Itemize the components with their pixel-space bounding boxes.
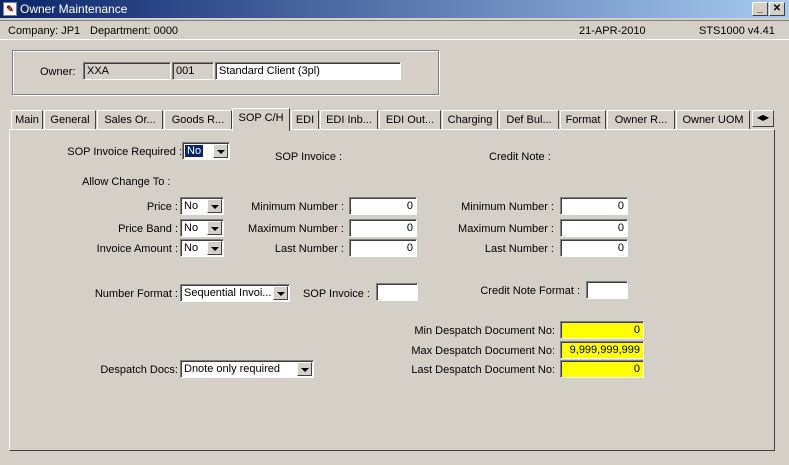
close-button[interactable]: ✕: [769, 2, 785, 16]
chevron-down-icon[interactable]: [213, 144, 228, 158]
last-despatch-field[interactable]: 0: [560, 360, 644, 378]
credit-max-label: Maximum Number :: [458, 223, 554, 235]
tab-charging[interactable]: Charging: [442, 110, 498, 130]
sop-invoice-required-label: SOP Invoice Required :: [67, 146, 182, 158]
company-text: Company: JP1: [8, 25, 81, 37]
info-bar: Company: JP1 Department: 0000 21-APR-201…: [0, 20, 789, 40]
department-text: Department: 0000: [90, 25, 179, 37]
sop-invoice-format-label: SOP Invoice :: [302, 288, 370, 300]
tab-def-bulk[interactable]: Def Bul...: [499, 110, 559, 130]
min-despatch-field[interactable]: 0: [560, 321, 644, 339]
price-label: Price :: [146, 201, 178, 213]
chevron-down-icon[interactable]: [207, 199, 222, 213]
tab-owner-uom[interactable]: Owner UOM: [676, 110, 750, 130]
owner-label: Owner:: [40, 66, 76, 78]
credit-note-format-label: Credit Note Format :: [480, 285, 580, 297]
credit-min-field[interactable]: 0: [560, 197, 628, 215]
price-band-label: Price Band :: [118, 223, 178, 235]
minimize-button[interactable]: _: [752, 2, 768, 16]
credit-max-field[interactable]: 0: [560, 219, 628, 237]
window-title: Owner Maintenance: [20, 2, 128, 16]
chevron-down-icon[interactable]: [207, 221, 222, 235]
last-despatch-label: Last Despatch Document No:: [411, 364, 555, 376]
sop-ch-panel: SOP Invoice Required : No SOP Invoice : …: [9, 129, 775, 451]
sop-invoice-heading: SOP Invoice :: [275, 151, 343, 163]
chevron-down-icon[interactable]: [207, 241, 222, 255]
max-despatch-field[interactable]: 9,999,999,999: [560, 341, 644, 359]
tab-sales-orders[interactable]: Sales Or...: [97, 110, 163, 130]
app-icon[interactable]: ✎: [3, 2, 17, 16]
despatch-docs-label: Despatch Docs:: [100, 364, 178, 376]
invoice-last-field[interactable]: 0: [349, 239, 417, 257]
title-bar: ✎ Owner Maintenance _ ✕: [0, 0, 789, 18]
price-select[interactable]: No: [180, 197, 224, 215]
tab-general[interactable]: General: [44, 110, 96, 130]
tab-goods-received[interactable]: Goods R...: [164, 110, 232, 130]
chevron-down-icon[interactable]: [273, 286, 288, 300]
invoice-amount-select[interactable]: No: [180, 239, 224, 257]
owner-name-field[interactable]: Standard Client (3pl): [215, 62, 401, 80]
tab-bar: Main General Sales Or... Goods R... SOP …: [0, 108, 789, 131]
number-format-label: Number Format :: [94, 288, 178, 300]
credit-note-heading: Credit Note :: [489, 151, 551, 163]
invoice-max-field[interactable]: 0: [349, 219, 417, 237]
invoice-min-label: Minimum Number :: [251, 201, 344, 213]
sop-invoice-required-select[interactable]: No: [182, 142, 230, 160]
sop-invoice-format-field[interactable]: [376, 283, 418, 301]
tab-format[interactable]: Format: [560, 110, 606, 130]
allow-change-label: Allow Change To :: [82, 176, 171, 188]
chevron-down-icon[interactable]: [297, 362, 312, 376]
credit-last-field[interactable]: 0: [560, 239, 628, 257]
tab-owner-r[interactable]: Owner R...: [607, 110, 675, 130]
tab-sop-ch[interactable]: SOP C/H: [232, 108, 290, 131]
owner-group: Owner: XXA 001 Standard Client (3pl): [12, 50, 439, 95]
invoice-min-field[interactable]: 0: [349, 197, 417, 215]
tab-edi[interactable]: EDI: [291, 110, 319, 130]
owner-number-field[interactable]: 001: [172, 62, 214, 80]
despatch-docs-select[interactable]: Dnote only required: [180, 360, 314, 378]
tab-edi-outbound[interactable]: EDI Out...: [379, 110, 441, 130]
invoice-last-label: Last Number :: [274, 243, 344, 255]
credit-min-label: Minimum Number :: [461, 201, 554, 213]
owner-code-field[interactable]: XXA: [83, 62, 171, 80]
number-format-select[interactable]: Sequential Invoi...: [180, 284, 290, 302]
max-despatch-label: Max Despatch Document No:: [411, 345, 555, 357]
credit-last-label: Last Number :: [484, 243, 554, 255]
credit-note-format-field[interactable]: [586, 281, 628, 299]
tab-edi-inbound[interactable]: EDI Inb...: [320, 110, 378, 130]
min-despatch-label: Min Despatch Document No:: [414, 325, 555, 337]
invoice-amount-label: Invoice Amount :: [96, 243, 178, 255]
invoice-max-label: Maximum Number :: [248, 223, 344, 235]
tab-scroll-arrows-icon[interactable]: ◀▶: [752, 110, 774, 127]
price-band-select[interactable]: No: [180, 219, 224, 237]
tab-main[interactable]: Main: [11, 110, 43, 130]
date-text: 21-APR-2010: [579, 25, 646, 37]
version-text: STS1000 v4.41: [699, 25, 775, 37]
